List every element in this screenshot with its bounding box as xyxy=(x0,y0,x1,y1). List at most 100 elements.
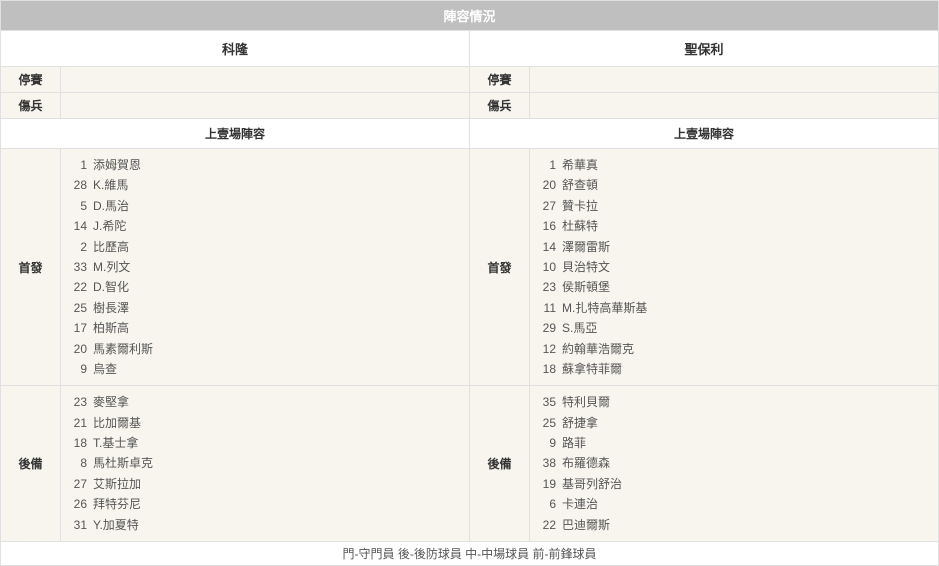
player-name: 比加爾基 xyxy=(91,413,141,433)
player-row: 25舒捷拿 xyxy=(538,413,930,433)
player-row: 17柏斯高 xyxy=(69,318,461,338)
player-number: 9 xyxy=(69,359,91,379)
team-name-right: 聖保利 xyxy=(470,31,939,67)
player-row: 29S.馬亞 xyxy=(538,318,930,338)
player-number: 11 xyxy=(538,298,560,318)
player-name: 路菲 xyxy=(560,433,586,453)
subs-label-right: 後備 xyxy=(470,386,530,542)
player-number: 21 xyxy=(69,413,91,433)
player-row: 28K.維馬 xyxy=(69,175,461,195)
player-row: 12約翰華浩爾克 xyxy=(538,339,930,359)
subs-left: 23麥堅拿21比加爾基18T.基士拿8馬杜斯卓克27艾斯拉加26拜特芬尼31Y.… xyxy=(61,386,470,542)
legend-footer: 門-守門員 後-後防球員 中-中場球員 前-前鋒球員 xyxy=(1,542,939,566)
player-name: D.馬治 xyxy=(91,196,129,216)
player-name: 杜蘇特 xyxy=(560,216,598,236)
player-row: 18T.基士拿 xyxy=(69,433,461,453)
player-name: S.馬亞 xyxy=(560,318,597,338)
player-name: 侯斯頓堡 xyxy=(560,277,610,297)
player-number: 22 xyxy=(538,515,560,535)
suspended-value-right xyxy=(530,67,939,93)
player-name: M.扎特高華斯基 xyxy=(560,298,647,318)
player-name: M.列文 xyxy=(91,257,130,277)
player-row: 31Y.加夏特 xyxy=(69,515,461,535)
player-number: 18 xyxy=(538,359,560,379)
player-row: 11M.扎特高華斯基 xyxy=(538,298,930,318)
player-number: 27 xyxy=(69,474,91,494)
starters-left: 1添姆賀恩28K.維馬5D.馬治14J.希陀2比歷高33M.列文22D.智化25… xyxy=(61,149,470,386)
player-number: 18 xyxy=(69,433,91,453)
player-row: 2比歷高 xyxy=(69,237,461,257)
player-number: 20 xyxy=(538,175,560,195)
starters-label-right: 首發 xyxy=(470,149,530,386)
player-number: 17 xyxy=(69,318,91,338)
player-row: 20舒查頓 xyxy=(538,175,930,195)
player-name: 樹長澤 xyxy=(91,298,129,318)
table-title: 陣容情況 xyxy=(1,1,939,31)
player-name: 舒查頓 xyxy=(560,175,598,195)
player-number: 31 xyxy=(69,515,91,535)
player-row: 16杜蘇特 xyxy=(538,216,930,236)
player-row: 35特利貝爾 xyxy=(538,392,930,412)
player-number: 19 xyxy=(538,474,560,494)
player-row: 22巴迪爾斯 xyxy=(538,515,930,535)
player-number: 35 xyxy=(538,392,560,412)
player-number: 38 xyxy=(538,453,560,473)
player-row: 19基哥列舒治 xyxy=(538,474,930,494)
team-name-left: 科隆 xyxy=(1,31,470,67)
player-name: 布羅德森 xyxy=(560,453,610,473)
player-number: 20 xyxy=(69,339,91,359)
lineup-table: 陣容情況 科隆 聖保利 停賽 停賽 傷兵 傷兵 上壹場陣容 上壹場陣容 首發 1… xyxy=(0,0,939,566)
player-name: D.智化 xyxy=(91,277,129,297)
player-name: J.希陀 xyxy=(91,216,126,236)
player-name: 贊卡拉 xyxy=(560,196,598,216)
player-row: 22D.智化 xyxy=(69,277,461,297)
player-name: 巴迪爾斯 xyxy=(560,515,610,535)
player-row: 21比加爾基 xyxy=(69,413,461,433)
player-row: 25樹長澤 xyxy=(69,298,461,318)
player-number: 14 xyxy=(69,216,91,236)
player-name: K.維馬 xyxy=(91,175,128,195)
player-number: 23 xyxy=(538,277,560,297)
player-number: 28 xyxy=(69,175,91,195)
player-name: 柏斯高 xyxy=(91,318,129,338)
suspended-label-right: 停賽 xyxy=(470,67,530,93)
player-number: 5 xyxy=(69,196,91,216)
injured-label-right: 傷兵 xyxy=(470,93,530,119)
player-row: 27艾斯拉加 xyxy=(69,474,461,494)
player-number: 16 xyxy=(538,216,560,236)
player-name: 麥堅拿 xyxy=(91,392,129,412)
player-number: 10 xyxy=(538,257,560,277)
player-row: 10貝治特文 xyxy=(538,257,930,277)
player-name: 貝治特文 xyxy=(560,257,610,277)
player-name: 烏查 xyxy=(91,359,117,379)
player-row: 9烏查 xyxy=(69,359,461,379)
player-row: 9路菲 xyxy=(538,433,930,453)
player-number: 12 xyxy=(538,339,560,359)
player-row: 33M.列文 xyxy=(69,257,461,277)
injured-value-right xyxy=(530,93,939,119)
last-lineup-header-left: 上壹場陣容 xyxy=(1,119,470,149)
player-number: 23 xyxy=(69,392,91,412)
player-name: 艾斯拉加 xyxy=(91,474,141,494)
suspended-value-left xyxy=(61,67,470,93)
player-name: T.基士拿 xyxy=(91,433,138,453)
player-row: 14澤爾雷斯 xyxy=(538,237,930,257)
player-row: 27贊卡拉 xyxy=(538,196,930,216)
player-number: 29 xyxy=(538,318,560,338)
player-number: 14 xyxy=(538,237,560,257)
player-name: 希華真 xyxy=(560,155,598,175)
starters-label-left: 首發 xyxy=(1,149,61,386)
player-number: 33 xyxy=(69,257,91,277)
player-name: 蘇拿特菲爾 xyxy=(560,359,622,379)
subs-right: 35特利貝爾25舒捷拿9路菲38布羅德森19基哥列舒治6卡連治22巴迪爾斯 xyxy=(530,386,939,542)
player-name: 舒捷拿 xyxy=(560,413,598,433)
suspended-label-left: 停賽 xyxy=(1,67,61,93)
player-number: 1 xyxy=(538,155,560,175)
player-number: 27 xyxy=(538,196,560,216)
player-name: 馬杜斯卓克 xyxy=(91,453,153,473)
subs-label-left: 後備 xyxy=(1,386,61,542)
player-number: 22 xyxy=(69,277,91,297)
player-number: 9 xyxy=(538,433,560,453)
player-number: 2 xyxy=(69,237,91,257)
player-name: Y.加夏特 xyxy=(91,515,139,535)
